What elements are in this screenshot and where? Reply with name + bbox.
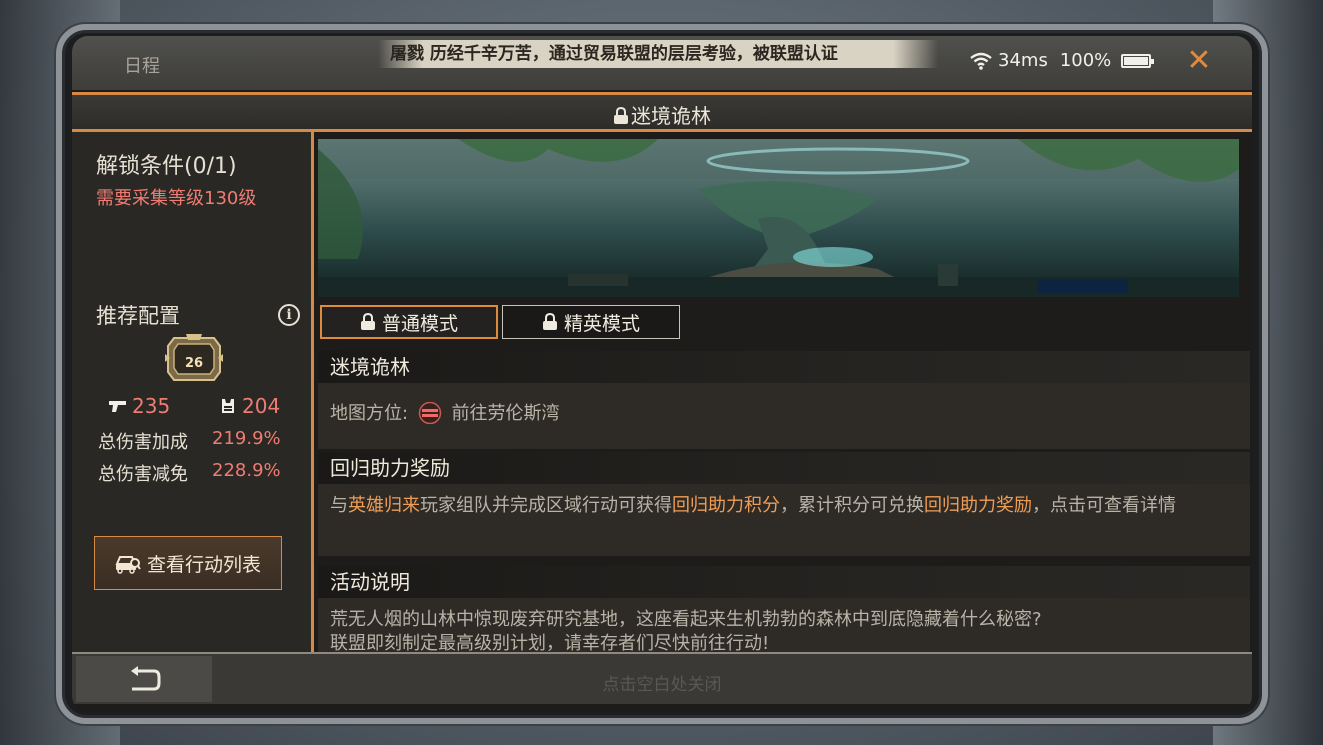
unlock-condition-title: 解锁条件(0/1) xyxy=(96,154,237,179)
damage-bonus-value: 219.9% xyxy=(212,428,281,449)
reward-description[interactable]: 与英雄归来玩家组队并完成区域行动可获得回归助力积分，累计积分可兑换回归助力奖励，… xyxy=(318,484,1250,556)
dungeon-name-header: 迷境诡林 xyxy=(318,351,1250,383)
lock-icon xyxy=(360,313,375,330)
dungeon-banner-image xyxy=(318,139,1239,297)
defense-stat: 204 xyxy=(218,394,280,418)
reward-text: 与 xyxy=(330,495,348,516)
unlock-requirement: 需要采集等级130级 xyxy=(96,188,257,209)
lock-icon xyxy=(614,107,628,124)
back-arrow-icon xyxy=(131,666,161,691)
damage-reduce-row: 总伤害减免 228.9% xyxy=(98,460,281,486)
close-icon[interactable]: ✕ xyxy=(1182,44,1216,78)
view-action-list-label: 查看行动列表 xyxy=(146,553,261,576)
info-icon[interactable]: i xyxy=(278,304,300,326)
map-location-row[interactable]: 地图方位: 前往劳伦斯湾 xyxy=(318,383,1250,449)
activity-header: 活动说明 xyxy=(318,566,1250,598)
left-panel: 解锁条件(0/1) 需要采集等级130级 推荐配置 i 26 235 204 总… xyxy=(72,132,314,652)
dungeon-title-text: 迷境诡林 xyxy=(631,104,711,128)
recommend-config-title: 推荐配置 xyxy=(96,304,180,328)
vehicle-search-icon xyxy=(115,556,141,574)
activity-line: 联盟即刻制定最高级别计划，请幸存者们尽快前往行动! xyxy=(330,633,770,652)
gun-icon xyxy=(109,401,126,412)
lock-icon xyxy=(542,313,557,330)
back-button[interactable] xyxy=(76,656,212,702)
activity-line: 荒无人烟的山林中惊现废弃研究基地，这座看起来生机勃勃的森林中到底隐藏着什么秘密? xyxy=(330,609,1042,630)
reward-highlight-hero-return: 英雄归来 xyxy=(348,495,420,516)
status-indicators: 34ms 100% xyxy=(970,50,1155,71)
title-bar: 迷境诡林 xyxy=(72,92,1252,132)
reward-text: ，累计积分可兑换 xyxy=(780,495,924,516)
dungeon-title: 迷境诡林 xyxy=(72,100,1252,129)
marquee-text: 屠戮 历经千辛万苦，通过贸易联盟的层层考验，被联盟认证 xyxy=(390,44,838,64)
view-action-list-button[interactable]: 查看行动列表 xyxy=(94,536,282,590)
wifi-icon xyxy=(970,52,992,70)
activity-description: 荒无人烟的山林中惊现废弃研究基地，这座看起来生机勃勃的森林中到底隐藏着什么秘密?… xyxy=(318,598,1250,652)
reward-text: 玩家组队并完成区域行动可获得 xyxy=(420,495,672,516)
attack-value: 235 xyxy=(132,394,171,418)
map-location-icon xyxy=(418,402,442,424)
reward-text: ，点击可查看详情 xyxy=(1032,495,1176,516)
attack-stat: 235 xyxy=(108,394,170,418)
tab-normal-mode[interactable]: 普通模式 xyxy=(320,305,498,339)
armor-vest-icon xyxy=(222,399,234,413)
defense-value: 204 xyxy=(242,394,281,418)
damage-bonus-row: 总伤害加成 219.9% xyxy=(98,428,281,454)
tab-normal-label: 普通模式 xyxy=(381,312,458,335)
damage-reduce-value: 228.9% xyxy=(212,460,281,481)
tab-elite-mode[interactable]: 精英模式 xyxy=(502,305,680,339)
game-screen: 日程 屠戮 历经千辛万苦，通过贸易联盟的层层考验，被联盟认证 34ms 100%… xyxy=(72,36,1252,712)
bottom-bar: 点击空白处关闭 xyxy=(72,652,1252,704)
ping-value: 34ms xyxy=(998,50,1048,71)
reward-header: 回归助力奖励 xyxy=(318,452,1250,484)
close-hint[interactable]: 点击空白处关闭 xyxy=(72,670,1252,695)
damage-reduce-label: 总伤害减免 xyxy=(98,464,188,485)
map-location-value: 前往劳伦斯湾 xyxy=(451,403,560,424)
level-badge-number: 26 xyxy=(184,356,204,371)
announcement-marquee: 屠戮 历经千辛万苦，通过贸易联盟的层层考验，被联盟认证 xyxy=(378,40,938,68)
schedule-button[interactable]: 日程 xyxy=(124,52,160,78)
tab-elite-label: 精英模式 xyxy=(563,312,640,335)
damage-bonus-label: 总伤害加成 xyxy=(98,432,188,453)
top-bar: 日程 屠戮 历经千辛万苦，通过贸易联盟的层层考验，被联盟认证 34ms 100%… xyxy=(72,36,1252,90)
reward-highlight-points: 回归助力积分 xyxy=(672,495,780,516)
battery-percent: 100% xyxy=(1059,50,1112,71)
battery-icon xyxy=(1121,53,1155,68)
map-location-label: 地图方位: xyxy=(330,403,409,424)
reward-highlight-rewards: 回归助力奖励 xyxy=(924,495,1032,516)
